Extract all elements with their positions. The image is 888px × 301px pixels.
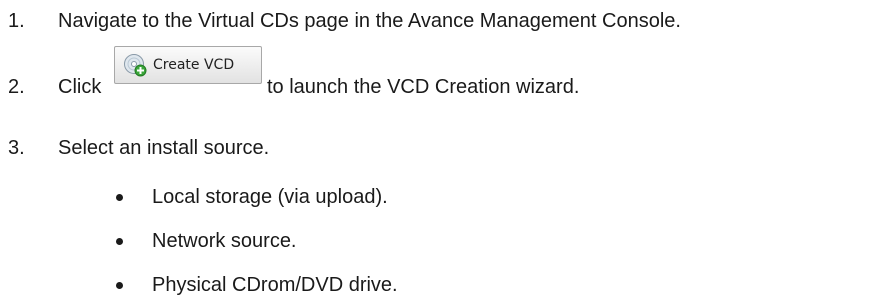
step-text-continued: to launch the VCD Creation wizard.	[267, 76, 580, 98]
step-text: Navigate to the Virtual CDs page in the …	[58, 10, 681, 32]
create-vcd-button[interactable]: Create VCD	[114, 46, 262, 84]
step-text: Select an install source.	[58, 137, 270, 159]
list-item-text: Physical CDrom/DVD drive.	[152, 274, 398, 296]
bullet-icon	[116, 238, 123, 245]
list-item-text: Network source.	[152, 230, 297, 252]
cd-add-icon	[123, 53, 147, 77]
bullet-icon	[116, 282, 123, 289]
step-text: Click	[58, 76, 102, 98]
step-number: 2.	[8, 76, 25, 98]
create-vcd-button-label: Create VCD	[153, 57, 235, 73]
list-item-text: Local storage (via upload).	[152, 186, 388, 208]
step-number: 1.	[8, 10, 25, 32]
step-number: 3.	[8, 137, 25, 159]
bullet-icon	[116, 194, 123, 201]
